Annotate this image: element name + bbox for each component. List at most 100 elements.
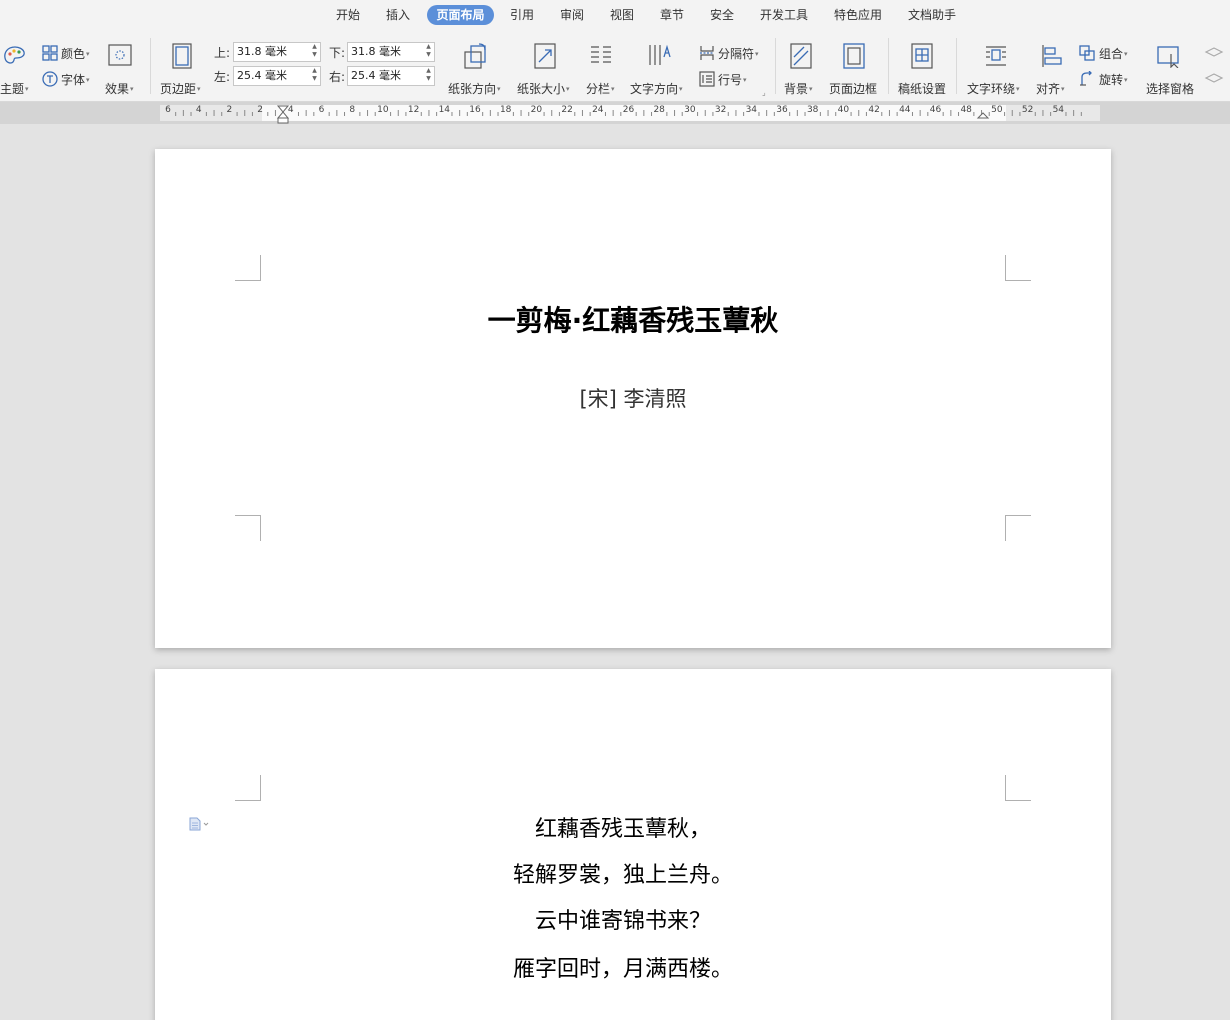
ruler-number: 44 (899, 105, 911, 115)
margins-button[interactable]: 页边距▾ (158, 40, 208, 96)
manuscript-settings-button[interactable]: 稿纸设置 (896, 40, 948, 96)
margin-top-input[interactable]: 31.8 毫米 ▲ ▼ (233, 42, 321, 62)
tab-insert[interactable]: 插入 (383, 5, 413, 25)
tab-references[interactable]: 引用 (507, 5, 537, 25)
ruler-number: 18 (499, 105, 512, 115)
wrap-text-label: 文字环绕 (967, 82, 1016, 96)
margin-left-label: 左: (214, 70, 231, 84)
ruler-number: 4 (195, 105, 202, 115)
align-button[interactable]: 对齐▾ (1034, 40, 1070, 96)
margins-label: 页边距 (160, 82, 197, 96)
ruler-number: 42 (868, 105, 880, 115)
left-indent-icon (277, 117, 289, 124)
ruler-number: 6 (318, 105, 325, 115)
ribbon-toolbar: 主题▾ 颜色▾ 字体▾ 效果▾ 页边距▾ 上: 31.8 毫米 ▲ ▼ 下: 31.… (0, 32, 1230, 102)
rotate-icon (1080, 71, 1092, 86)
tab-assistant[interactable]: 文档助手 (905, 5, 959, 25)
spinner-arrows-icon[interactable]: ▲ ▼ (425, 43, 432, 61)
document-page-1[interactable]: 一剪梅·红藕香残玉蕈秋 [宋] 李清照 (155, 149, 1111, 648)
ruler-number: 54 (1052, 105, 1065, 115)
theme-button[interactable]: 主题▾ (0, 40, 34, 96)
spinner-arrows-icon[interactable]: ▲ ▼ (311, 43, 318, 61)
margin-left-input[interactable]: 25.4 毫米 ▲ ▼ (233, 66, 321, 86)
selection-pane-icon (1157, 46, 1179, 68)
paper-size-button[interactable]: 纸张大小▾ (516, 40, 576, 96)
line-numbers-button[interactable]: 行号▾ (698, 70, 768, 88)
ruler-number: 26 (622, 105, 635, 115)
page-border-icon (843, 43, 865, 69)
tab-view[interactable]: 视图 (607, 5, 637, 25)
tab-special[interactable]: 特色应用 (831, 5, 885, 25)
background-icon (790, 43, 812, 69)
colors-label: 颜色 (61, 47, 86, 61)
ruler-number: 24 (592, 105, 604, 115)
paper-size-label: 纸张大小 (517, 82, 566, 96)
poem-line: 红藕香残玉蕈秋， (534, 817, 711, 842)
page-setup-launcher-icon[interactable]: ⌟ (762, 88, 766, 97)
manuscript-label: 稿纸设置 (898, 82, 947, 96)
ruler-number: 6 (165, 105, 171, 115)
text-direction-button[interactable]: 文字方向▾ (630, 40, 690, 96)
margin-right-input[interactable]: 25.4 毫米 ▲ ▼ (347, 66, 435, 86)
fonts-button[interactable]: 字体▾ (40, 70, 98, 88)
colors-button[interactable]: 颜色▾ (40, 44, 98, 62)
breaks-label: 分隔符 (718, 47, 755, 61)
align-icon (1042, 45, 1062, 67)
ruler-ticks (175, 105, 1082, 124)
poem-line: 轻解罗裳，独上兰舟。 (512, 863, 733, 888)
poem-line: 雁字回时，月满西楼。 (512, 957, 733, 982)
document-page-2[interactable]: 红藕香残玉蕈秋， 轻解罗裳，独上兰舟。 云中谁寄锦书来？ 雁字回时，月满西楼。 (155, 669, 1111, 1020)
rotate-button[interactable]: 旋转▾ (1078, 70, 1138, 88)
ruler-number: 30 (684, 105, 696, 115)
page-margins-icon (172, 43, 192, 69)
breaks-button[interactable]: 分隔符▾ (698, 44, 768, 62)
poem-line: 云中谁寄锦书来？ (534, 909, 711, 934)
background-button[interactable]: 背景▾ (782, 40, 822, 96)
ruler-number: 50 (991, 105, 1003, 115)
tab-security[interactable]: 安全 (707, 5, 737, 25)
orientation-label: 纸张方向 (448, 82, 497, 96)
tab-review[interactable]: 审阅 (557, 5, 587, 25)
line-numbers-icon (699, 71, 715, 87)
tab-page-layout[interactable]: 页面布局 (427, 5, 494, 25)
spinner-arrows-icon[interactable]: ▲ ▼ (425, 67, 432, 85)
group-icon (1079, 45, 1095, 61)
ruler-number: 12 (407, 105, 420, 115)
ribbon-separator (775, 38, 776, 94)
bring-forward-icon[interactable] (1204, 44, 1228, 90)
ribbon-separator (150, 38, 151, 94)
tab-developer[interactable]: 开发工具 (757, 5, 811, 25)
selection-pane-label: 选择窗格 (1146, 82, 1195, 96)
tab-start[interactable]: 开始 (333, 5, 363, 25)
tab-chapter[interactable]: 章节 (657, 5, 687, 25)
effects-button[interactable]: 效果▾ (103, 40, 145, 96)
page-border-button[interactable]: 页面边框 (827, 40, 881, 96)
columns-button[interactable]: 分栏▾ (584, 40, 620, 96)
ruler-number: 22 (561, 105, 573, 115)
align-label: 对齐 (1036, 82, 1061, 96)
group-label: 组合 (1099, 47, 1124, 61)
poem-author: [宋] 李清照 (579, 387, 687, 411)
group-button[interactable]: 组合▾ (1078, 44, 1138, 62)
menu-tab-bar: 开始 插入 页面布局 引用 审阅 视图 章节 安全 开发工具 特色应用 文档助手 (0, 0, 1230, 32)
margin-corner-mark (1005, 255, 1031, 281)
margin-top-label: 上: (214, 46, 231, 60)
text-direction-icon (649, 44, 671, 65)
ribbon-separator (956, 38, 957, 94)
page-border-label: 页面边框 (829, 82, 878, 96)
ruler-number: 20 (530, 105, 543, 115)
margin-corner-mark (235, 515, 261, 541)
ribbon-separator (888, 38, 889, 94)
orientation-button[interactable]: 纸张方向▾ (446, 40, 506, 96)
columns-icon (591, 46, 611, 63)
margin-bottom-input[interactable]: 31.8 毫米 ▲ ▼ (347, 42, 435, 62)
selection-pane-button[interactable]: 选择窗格 (1143, 40, 1199, 96)
spinner-arrows-icon[interactable]: ▲ ▼ (311, 67, 318, 85)
wrap-text-button[interactable]: 文字环绕▾ (965, 40, 1027, 96)
margin-bottom-label: 下: (329, 46, 346, 60)
right-indent-icon (976, 112, 990, 119)
margin-corner-mark (1005, 775, 1031, 801)
horizontal-ruler[interactable]: 6 4 2 2 4 6 8 10 12 14 16 18 20 22 24 26 28 30 32 34 36 38 40 4… (0, 102, 1230, 124)
poem-title: 一剪梅·红藕香残玉蕈秋 (487, 304, 779, 337)
wrap-text-icon (986, 46, 1006, 66)
